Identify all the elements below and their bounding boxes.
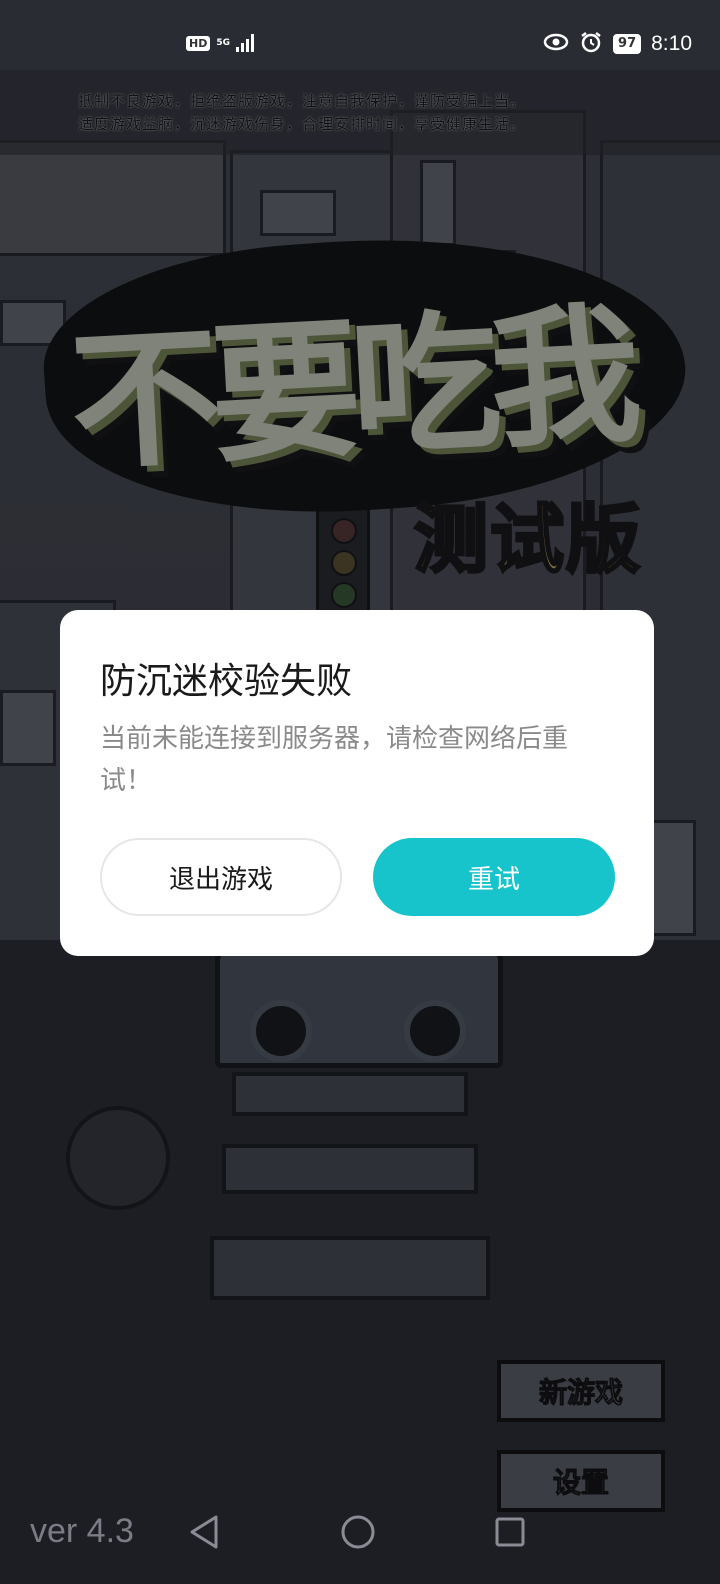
signal-icon [236, 34, 254, 52]
anti-addiction-dialog: 防沉迷校验失败 当前未能连接到服务器，请检查网络后重试！ 退出游戏 重试 [60, 610, 654, 956]
home-icon[interactable] [338, 1512, 378, 1552]
clock: 8:10 [651, 32, 692, 55]
exit-game-button[interactable]: 退出游戏 [100, 838, 342, 916]
retry-button[interactable]: 重试 [373, 838, 615, 916]
back-icon[interactable] [184, 1512, 224, 1552]
network-type: 5G [216, 38, 230, 48]
version-label: ver 4.3 [30, 1512, 134, 1550]
status-bar: HD 5G 97 8:10 [0, 0, 720, 70]
alarm-icon [579, 30, 603, 58]
dialog-title: 防沉迷校验失败 [100, 661, 353, 702]
recents-icon[interactable] [490, 1512, 530, 1552]
eye-comfort-icon [543, 33, 569, 55]
dialog-message: 当前未能连接到服务器，请检查网络后重试！ [100, 724, 569, 796]
hd-icon: HD [186, 35, 211, 51]
battery-icon: 97 [613, 34, 642, 54]
